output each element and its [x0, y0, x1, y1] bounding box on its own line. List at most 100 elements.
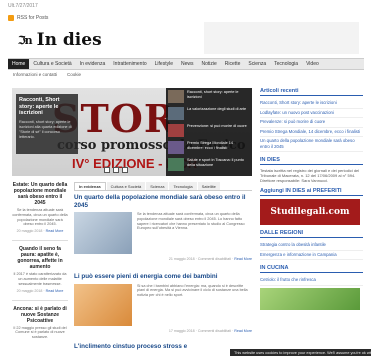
- article-meta: 21 maggio 2018 · Commenti disabilitati ·…: [168, 257, 252, 261]
- thumb-image: [168, 90, 184, 103]
- slider-dot[interactable]: [122, 167, 128, 173]
- top-date: Ult.7/27/2017: [8, 3, 38, 9]
- read-more-link[interactable]: Read More: [234, 257, 252, 261]
- sidebar-heading-recent: Articoli recenti: [260, 88, 363, 96]
- left-post-title[interactable]: Quando il seno fa paura: apatite è, gono…: [12, 246, 68, 270]
- left-post[interactable]: Estate: Un quarto della popolazione mond…: [12, 182, 68, 233]
- region-link[interactable]: Strategia contro la obesità infantile: [260, 241, 363, 251]
- left-post[interactable]: Quando il seno fa paura: apatite è, gono…: [12, 246, 68, 292]
- article: Li può essere pieni di energia come dei …: [74, 273, 252, 333]
- cookie-banner[interactable]: This website uses cookies to improve you…: [230, 349, 371, 356]
- main-menu: Home Cultura e Società In evidenza Intra…: [8, 58, 364, 70]
- sidebar-heading-indies: IN DIES: [260, 157, 363, 165]
- slider-dot[interactable]: [104, 167, 110, 173]
- right-sidebar: Articoli recenti Racconti, Short story: …: [260, 88, 363, 310]
- article-image[interactable]: [74, 283, 132, 326]
- left-post-title[interactable]: Estate: Un quarto della popolazione mond…: [12, 182, 68, 206]
- article-excerpt: Se la tendenza attuale sarà confermata, …: [137, 212, 245, 231]
- thumb-title: Salute e sport in Toscana: il punto dell…: [187, 158, 244, 167]
- slider-thumbs: Racconti, short story: aperte le iscrizi…: [166, 88, 252, 176]
- slider-caption-text: Racconti, short story: aperte le iscrizi…: [19, 119, 72, 139]
- rss-link[interactable]: RSS for Posts: [8, 14, 48, 21]
- article-excerpt: Si sa che i bambini abbiano l'energia: m…: [137, 283, 248, 298]
- thumb-title: Prevenzione: si può morire di cuore: [187, 124, 247, 128]
- thumb-image: [168, 107, 184, 120]
- menu-intrattenimento[interactable]: Intrattenimento: [109, 59, 150, 69]
- logo-mark: ℑn: [18, 33, 33, 47]
- recent-post-link[interactable]: Un quarto della popolazione mondiale sar…: [260, 137, 363, 152]
- slider-caption-title: Racconti, Short story: aperte le iscrizi…: [19, 97, 60, 116]
- thumb-image: [168, 124, 184, 137]
- menu-video[interactable]: Video: [302, 59, 323, 69]
- left-column: Estate: Un quarto della popolazione mond…: [12, 182, 68, 347]
- recent-post-link[interactable]: Lodlayfate: un nuovo post vaccinazioni: [260, 109, 363, 118]
- tab-satellite[interactable]: Satellite: [197, 182, 220, 190]
- submenu-info[interactable]: Informazioni e contatti: [8, 70, 62, 78]
- slider-thumb[interactable]: Premio Strega Mondiale 14 dicembre: ecco…: [166, 139, 252, 157]
- article-image[interactable]: [74, 212, 132, 254]
- cucina-link[interactable]: Cetriolo: il frutto che rinfresca: [260, 276, 363, 286]
- menu-cultura[interactable]: Cultura e Società: [29, 59, 75, 69]
- left-post-date-text: 20 maggio 2018: [16, 288, 43, 293]
- article-title[interactable]: Un quarto della popolazione mondiale sar…: [74, 194, 252, 209]
- left-post-text: Il 2017 è stato caratterizzato da un aum…: [13, 272, 67, 286]
- submenu-cookie[interactable]: Cookie: [62, 70, 86, 78]
- recent-post-link[interactable]: Premio Strega Mondiale, 14 dicembre, ecc…: [260, 128, 363, 137]
- menu-ricette[interactable]: Ricette: [221, 59, 245, 69]
- tab-cultura[interactable]: Cultura e Società: [106, 182, 146, 190]
- slider-dots: [104, 167, 128, 173]
- menu-notizie[interactable]: Notizie: [198, 59, 221, 69]
- region-link[interactable]: Emergenza e informazione in Campania: [260, 251, 363, 260]
- menu-scienza[interactable]: Scienza: [244, 59, 270, 69]
- slider-dot[interactable]: [113, 167, 119, 173]
- menu-news[interactable]: News: [177, 59, 198, 69]
- menu-home[interactable]: Home: [8, 59, 30, 69]
- menu-evidenza[interactable]: In evidenza: [76, 59, 110, 69]
- tab-evidenza[interactable]: In evidenza: [74, 182, 106, 190]
- read-more-link[interactable]: Read More: [234, 329, 252, 333]
- thumb-title: Premio Strega Mondiale 14 dicembre: ecco…: [187, 141, 234, 150]
- article-title[interactable]: Li può essere pieni di energia come dei …: [74, 273, 252, 281]
- rss-label: RSS for Posts: [17, 14, 49, 21]
- site-logo[interactable]: ℑn In dies: [18, 30, 102, 50]
- slider-thumb[interactable]: La valorizzazione degli studi di arte: [166, 105, 252, 123]
- left-post-date-text: 20 maggio 2018: [16, 229, 43, 234]
- left-post-date: 20 maggio 2018 · Read More: [16, 288, 64, 293]
- article-meta: 17 maggio 2018 · Commenti disabilitati ·…: [168, 328, 252, 333]
- sidebar-indies-text: Testata iscritta nel registro dei giorna…: [260, 168, 360, 183]
- article-title[interactable]: L'inclimento cinstuo proceso stross e: [74, 343, 252, 351]
- left-post-title[interactable]: Ancona: si è parlato di nuove Sostanze P…: [12, 306, 68, 324]
- menu-lifestyle[interactable]: Lifestyle: [151, 59, 177, 69]
- sidebar-heading-regions: DALLE REGIONI: [260, 230, 363, 238]
- left-post[interactable]: Ancona: si è parlato di nuove Sostanze P…: [12, 306, 68, 340]
- slider-caption[interactable]: Racconti, Short story: aperte le iscrizi…: [16, 94, 78, 154]
- tab-scienza[interactable]: Scienza: [146, 182, 169, 190]
- featured-slider[interactable]: STOR corso promosso da Enrico IV° EDIZIO…: [12, 88, 252, 176]
- read-more-link[interactable]: Read More: [46, 289, 64, 293]
- slider-thumb[interactable]: Racconti, short story: aperte le iscrizi…: [166, 88, 252, 106]
- thumb-title: Racconti, short story: aperte le iscrizi…: [187, 90, 239, 99]
- sidebar-heading-cucina: IN CUCINA: [260, 265, 363, 273]
- sidebar-heading-favorites[interactable]: Aggiungi IN DIES ai PREFERITI: [260, 188, 363, 196]
- studilegali-banner[interactable]: Studilegali.com: [260, 199, 360, 225]
- menu-tecnologia[interactable]: Tecnologia: [270, 59, 302, 69]
- recent-post-link[interactable]: Racconti, Short story: aperte le iscrizi…: [260, 99, 363, 109]
- slider-thumb[interactable]: Salute e sport in Toscana: il punto dell…: [166, 156, 252, 174]
- article-meta-text: 17 maggio 2018 · Commenti disabilitati: [168, 328, 232, 333]
- cucina-image[interactable]: [260, 287, 360, 310]
- thumb-image: [168, 158, 184, 171]
- article: L'inclimento cinstuo proceso stross e: [74, 343, 252, 351]
- recent-post-link[interactable]: Prevalenze: si può morire di cuore: [260, 118, 363, 128]
- category-tabs: In evidenza Cultura e Società Scienza Te…: [74, 182, 252, 191]
- tab-tecnologia[interactable]: Tecnologia: [169, 182, 197, 190]
- sub-menu: Informazioni e contatti Cookie: [8, 70, 86, 78]
- rss-icon: [8, 14, 14, 21]
- slider-thumb[interactable]: Prevenzione: si può morire di cuore: [166, 122, 252, 140]
- thumb-image: [168, 141, 184, 154]
- left-post-text: Se la tendenza attuale sarà confermata, …: [12, 208, 68, 227]
- divider: [12, 299, 68, 301]
- read-more-link[interactable]: Read More: [46, 229, 64, 233]
- article: Un quarto della popolazione mondiale sar…: [74, 194, 252, 261]
- page: Ult.7/27/2017 RSS for Posts ℑn In dies H…: [8, 0, 364, 356]
- article-meta-text: 21 maggio 2018 · Commenti disabilitati: [168, 257, 232, 261]
